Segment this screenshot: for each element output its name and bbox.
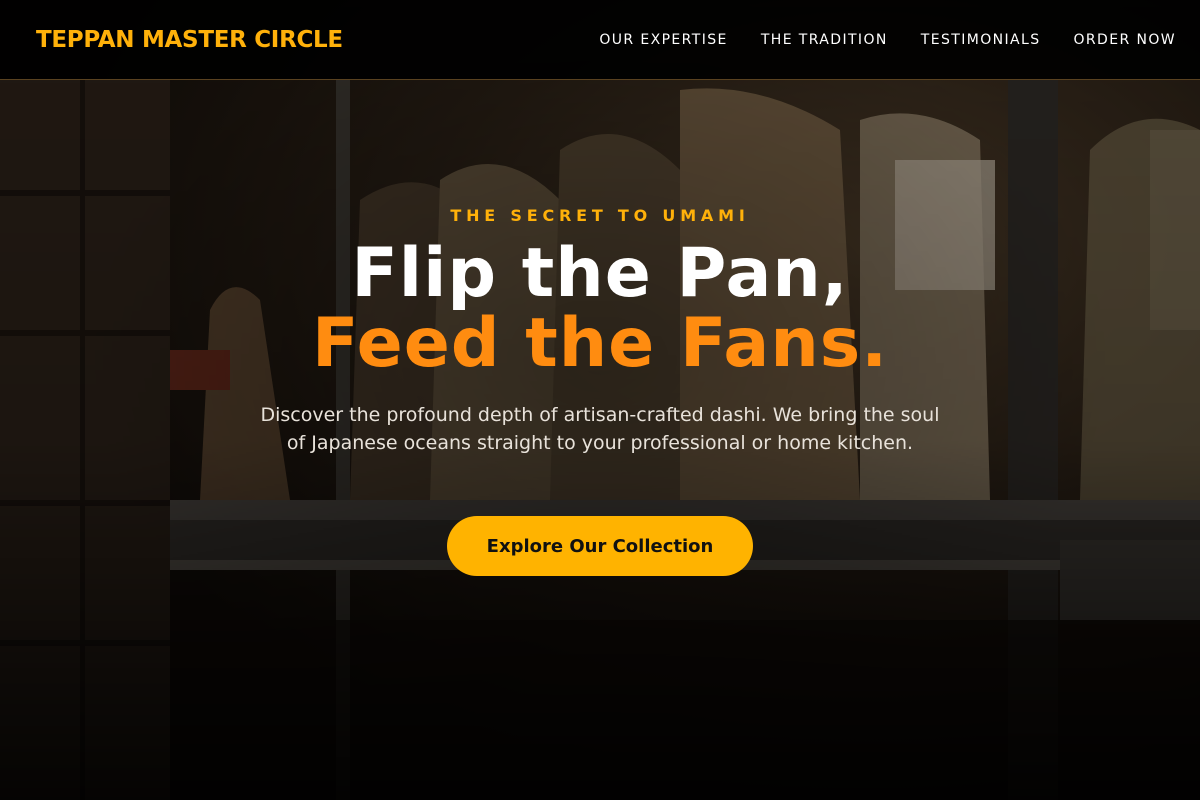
hero-section: THE SECRET TO UMAMI Flip the Pan, Feed t…	[0, 80, 1200, 800]
site-header: TEPPAN MASTER CIRCLE OUR EXPERTISE THE T…	[0, 0, 1200, 80]
explore-collection-button[interactable]: Explore Our Collection	[447, 516, 753, 576]
nav-link-testimonials[interactable]: TESTIMONIALS	[921, 32, 1041, 48]
nav-link-our-expertise[interactable]: OUR EXPERTISE	[599, 32, 728, 48]
hero-eyebrow: THE SECRET TO UMAMI	[450, 206, 750, 225]
nav-link-order-now[interactable]: ORDER NOW	[1074, 32, 1177, 48]
hero-description: Discover the profound depth of artisan-c…	[260, 404, 940, 454]
landing-page: TEPPAN MASTER CIRCLE OUR EXPERTISE THE T…	[0, 0, 1200, 800]
brand-logo[interactable]: TEPPAN MASTER CIRCLE	[36, 27, 343, 53]
nav-link-the-tradition[interactable]: THE TRADITION	[761, 32, 888, 48]
headline-line-1: Flip the Pan,	[351, 234, 849, 313]
headline-line-2: Feed the Fans.	[311, 304, 889, 383]
hero-headline: Flip the Pan, Feed the Fans.	[312, 239, 888, 379]
main-nav: OUR EXPERTISE THE TRADITION TESTIMONIALS…	[599, 32, 1176, 48]
